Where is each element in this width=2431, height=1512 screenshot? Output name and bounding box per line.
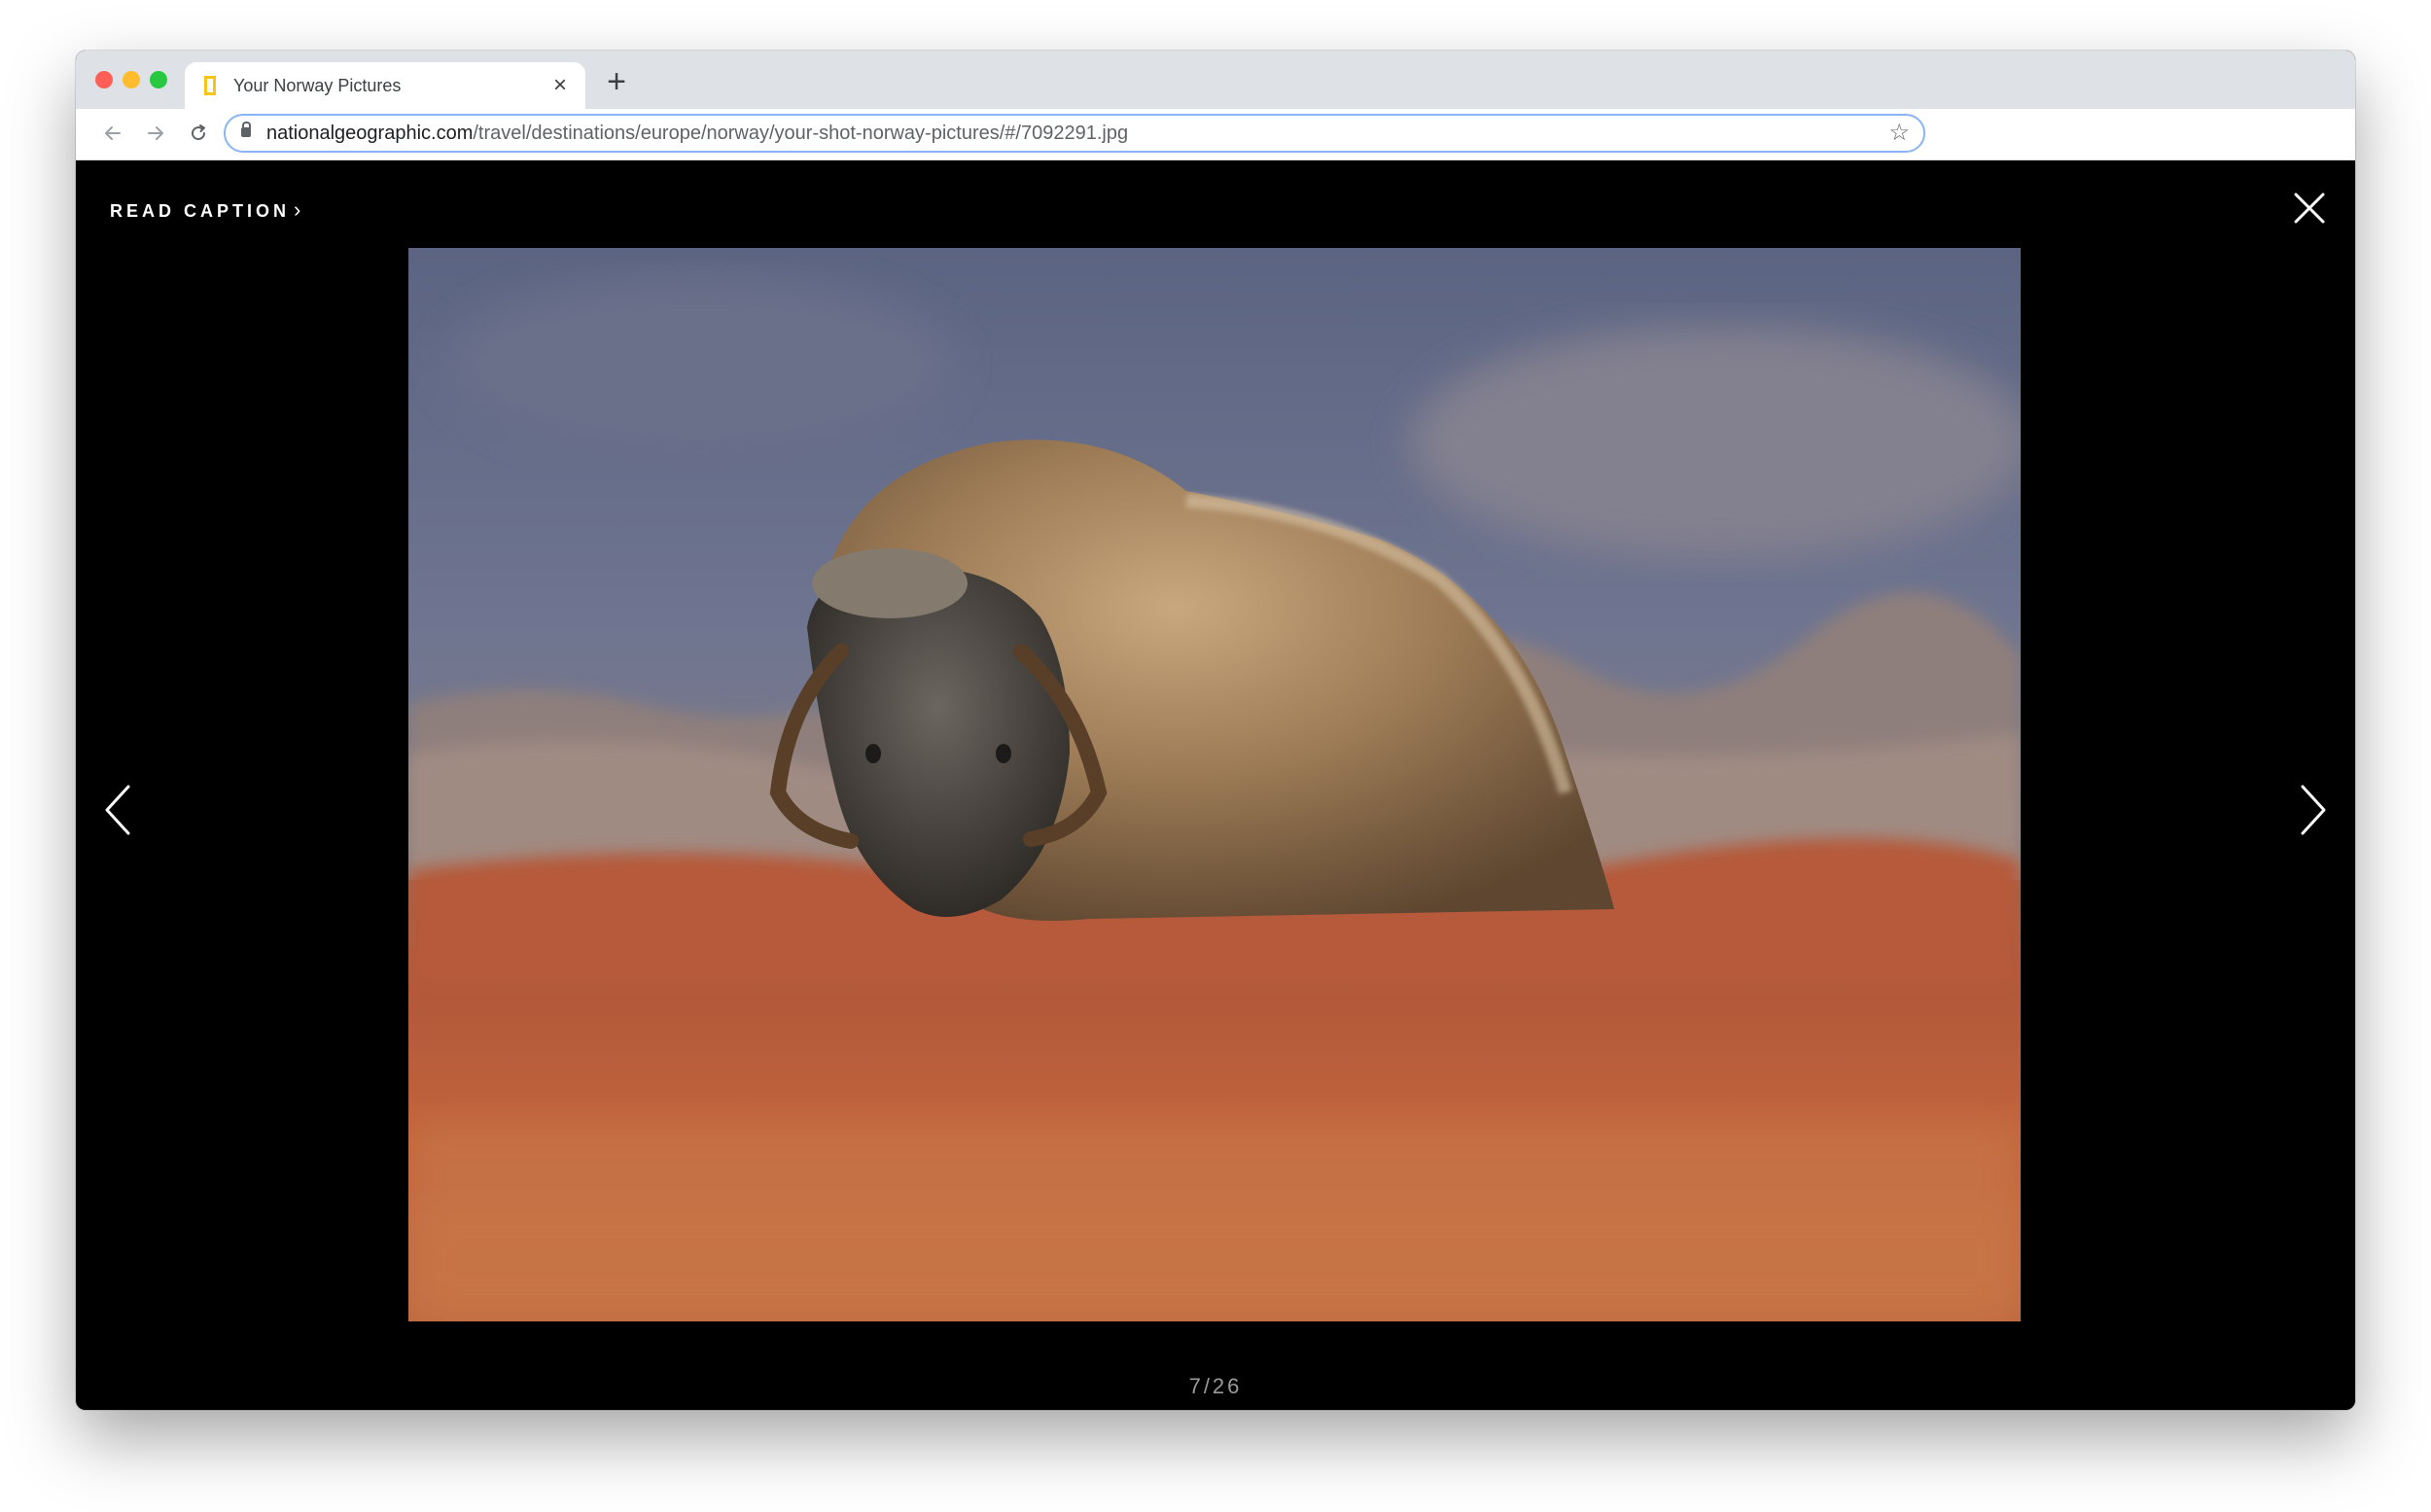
lock-icon [241, 122, 251, 137]
address-bar[interactable]: nationalgeographic.com/travel/destinatio… [224, 114, 1925, 153]
url-host: nationalgeographic.com [266, 123, 474, 144]
browser-tab[interactable]: Your Norway Pictures × [185, 62, 585, 109]
minimize-window-button[interactable] [123, 71, 140, 88]
tab-strip: Your Norway Pictures × + [76, 51, 2355, 109]
arrow-right-icon [148, 126, 163, 140]
next-arrow-icon[interactable] [2297, 783, 2330, 837]
bookmark-star-icon[interactable]: ☆ [1888, 116, 1910, 151]
forward-button[interactable] [138, 116, 173, 151]
chevron-right-icon: › [294, 197, 305, 222]
back-button[interactable] [95, 116, 130, 151]
arrow-left-icon [105, 126, 121, 140]
reload-button[interactable] [181, 116, 216, 151]
close-window-button[interactable] [95, 71, 113, 88]
photo-viewer: READ CAPTION › 7/26 [76, 160, 2355, 1410]
musk-ox-photo-image [408, 248, 2021, 1321]
browser-window: Your Norway Pictures × + nationalgeograp… [76, 51, 2355, 1410]
url-text[interactable]: nationalgeographic.com/travel/destinatio… [266, 116, 1128, 151]
gallery-photo [408, 248, 2021, 1321]
photo-counter: 7/26 [1188, 1374, 1243, 1398]
previous-arrow-icon[interactable] [101, 783, 134, 837]
url-path: /travel/destinations/europe/norway/your-… [473, 123, 1129, 144]
read-caption-label: READ CAPTION [110, 201, 291, 221]
read-caption-button[interactable]: READ CAPTION › [110, 197, 304, 223]
reload-icon [192, 124, 206, 141]
close-icon[interactable] [2293, 192, 2326, 225]
browser-toolbar: nationalgeographic.com/travel/destinatio… [76, 109, 2355, 160]
new-tab-button[interactable]: + [599, 64, 634, 99]
zoom-window-button[interactable] [150, 71, 167, 88]
tab-close-icon[interactable]: × [546, 72, 574, 99]
tab-title: Your Norway Pictures [233, 76, 402, 95]
nat-geo-favicon-icon [204, 76, 216, 95]
